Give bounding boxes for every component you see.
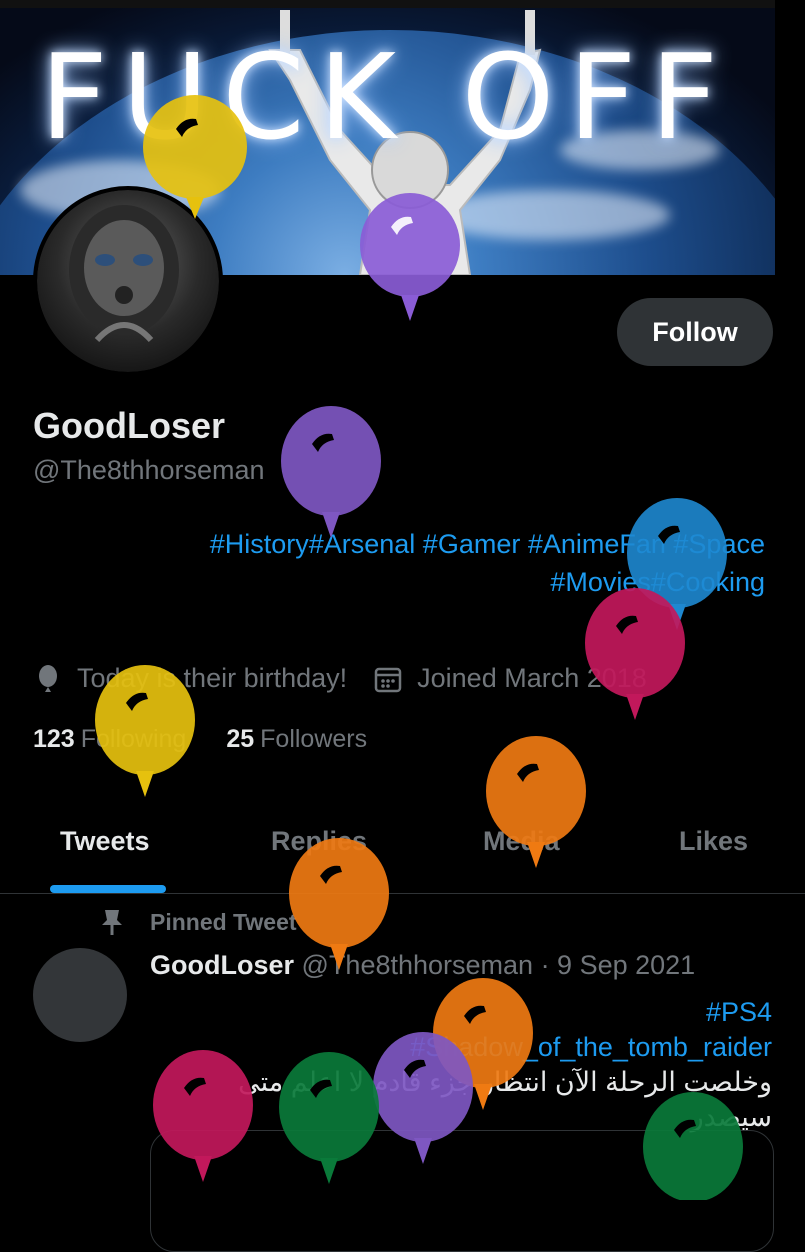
tab-tweets[interactable]: Tweets (60, 826, 150, 857)
balloon-icon (281, 406, 381, 538)
bio-hashtags-line2[interactable]: #Movies#Cooking (120, 563, 765, 601)
birthday-text: Today is their birthday! (77, 663, 348, 693)
status-strip (0, 0, 805, 8)
balloon-icon (39, 664, 57, 692)
balloon-icon (585, 588, 685, 720)
following-count: 123 (33, 725, 75, 753)
tweet-handle-date[interactable]: @The8thhorseman · 9 Sep 2021 (302, 950, 696, 980)
profile-tabs: Tweets Replies Media Likes (0, 808, 805, 894)
tweet-avatar[interactable] (33, 948, 127, 1042)
following-link[interactable]: 123 Following (33, 725, 186, 754)
profile-bio: #History#Arsenal #Gamer #AnimeFan #Space… (120, 525, 765, 601)
pinned-label: Pinned Tweet (150, 908, 297, 935)
tweet-author[interactable]: GoodLoser (150, 950, 294, 980)
follow-counts: 123 Following 25 Followers (33, 725, 367, 754)
pinned-label-row: Pinned Tweet (100, 908, 297, 936)
tweet-body: #PS4 #Shadow_of_the_tomb_raider وخلصت ال… (150, 995, 772, 1135)
profile-name: GoodLoser (33, 405, 226, 446)
calendar-icon (374, 667, 402, 692)
profile-handle: @The8thhorseman (33, 455, 265, 485)
bio-hashtags-line1[interactable]: #History#Arsenal #Gamer #AnimeFan #Space (120, 525, 765, 563)
profile-meta: Today is their birthday! Joined March 20… (33, 663, 647, 694)
tweet-hashtag-ps4[interactable]: #PS4 (150, 995, 772, 1030)
avatar-image (37, 190, 219, 372)
tab-replies[interactable]: Replies (271, 826, 367, 857)
followers-label: Followers (260, 725, 368, 753)
pin-icon (102, 910, 122, 935)
tweet-header: GoodLoser @The8thhorseman · 9 Sep 2021 (150, 950, 695, 981)
tweet-text: وخلصت الرحلة الآن انتظار جزء قادم لا اعل… (238, 1067, 772, 1132)
follow-button[interactable]: Follow (617, 298, 773, 366)
followers-count: 25 (226, 725, 255, 753)
banner-text: FUCK OFF (40, 28, 733, 166)
profile-avatar[interactable] (33, 186, 223, 376)
tweet-hashtag-tombraider[interactable]: #Shadow_of_the_tomb_raider (150, 1030, 772, 1065)
tab-media[interactable]: Media (483, 826, 560, 857)
following-label: Following (80, 725, 187, 753)
followers-link[interactable]: 25 Followers (226, 725, 367, 754)
tab-likes[interactable]: Likes (679, 826, 748, 857)
joined-text: Joined March 2018 (417, 663, 647, 693)
active-tab-indicator (50, 885, 166, 893)
tweet-media-card[interactable] (150, 1130, 774, 1252)
banner-edge (775, 0, 805, 275)
